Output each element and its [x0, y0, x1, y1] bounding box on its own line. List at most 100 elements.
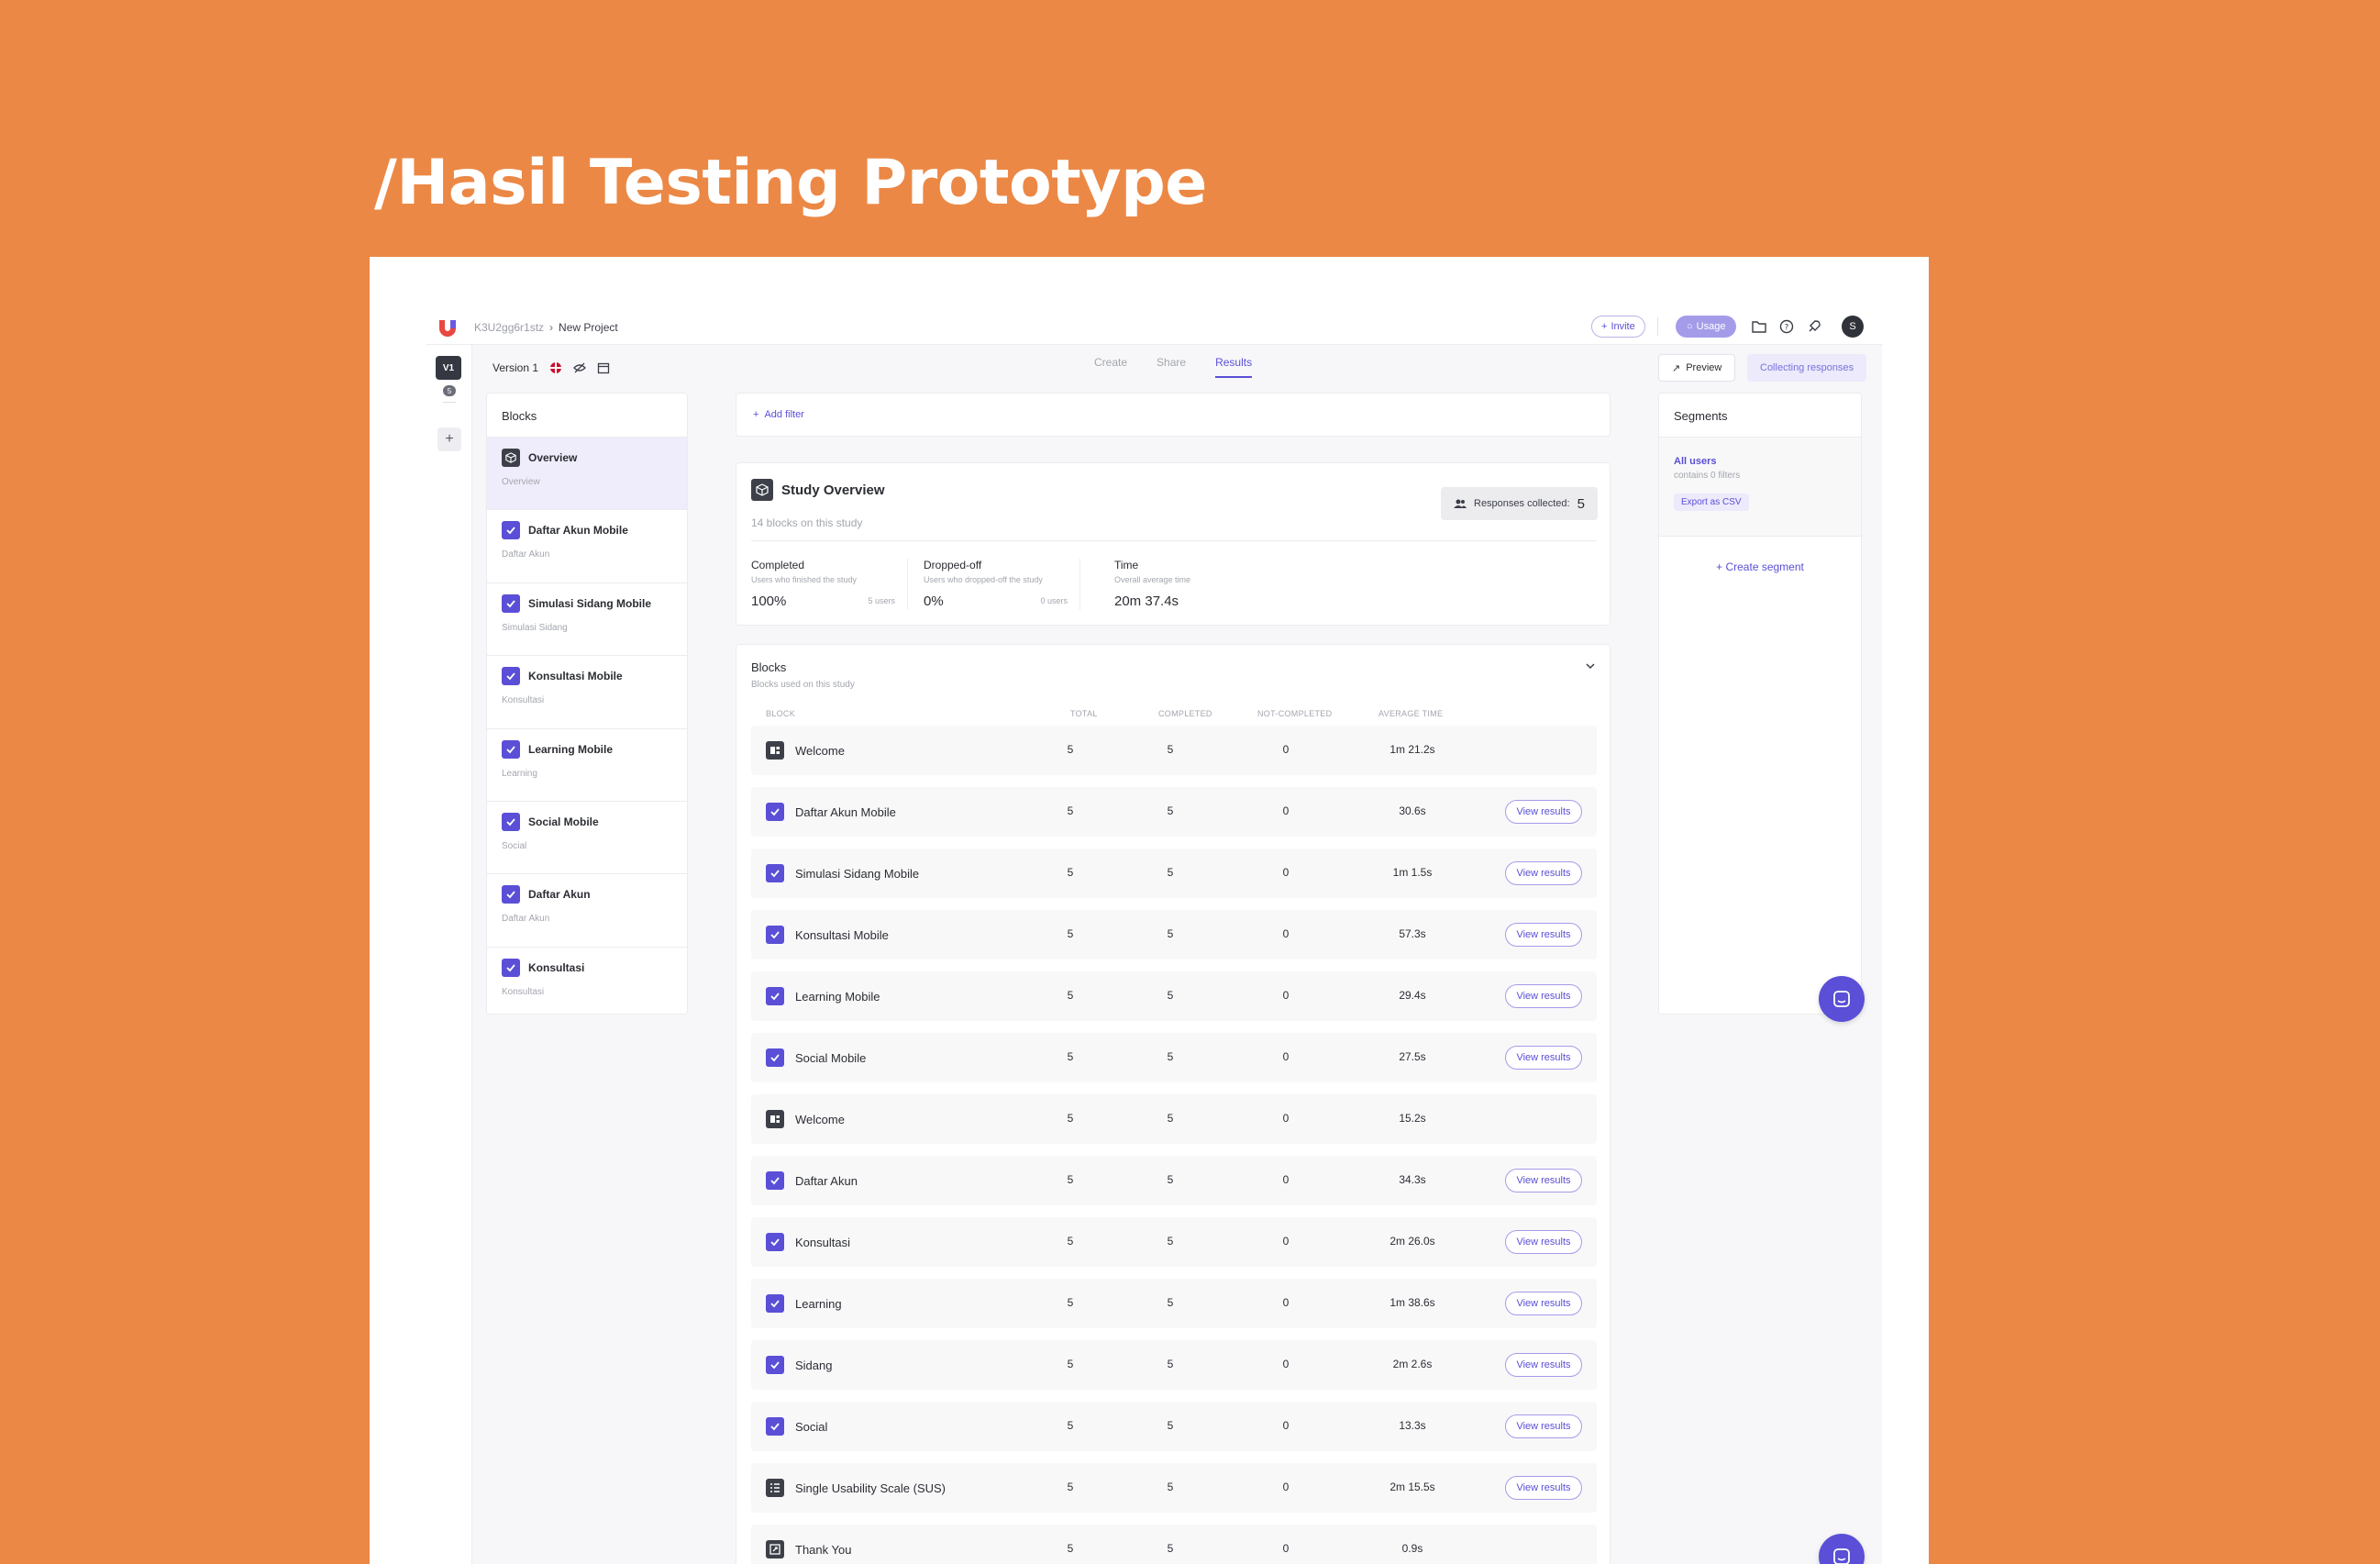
- checkbox-check-icon: [502, 885, 520, 904]
- chat-support-button[interactable]: [1819, 976, 1865, 1022]
- invite-button[interactable]: + Invite: [1591, 316, 1645, 338]
- row-total: 5: [1067, 989, 1074, 1002]
- app-logo-icon[interactable]: [437, 317, 458, 338]
- checkbox-check-icon: [766, 864, 784, 882]
- row-block-name: Single Usability Scale (SUS): [766, 1479, 946, 1497]
- version-badge[interactable]: V1: [436, 356, 461, 380]
- chat-support-button-2[interactable]: [1819, 1534, 1865, 1564]
- plus-icon: +: [753, 409, 759, 420]
- view-results-button[interactable]: View results: [1505, 1169, 1582, 1192]
- view-results-button[interactable]: View results: [1505, 1414, 1582, 1438]
- sidebar-item-block[interactable]: Daftar Akun Daftar Akun: [487, 874, 687, 948]
- table-row: Single Usability Scale (SUS) 5 5 0 2m 15.5s V…: [751, 1463, 1597, 1513]
- view-results-button[interactable]: View results: [1505, 923, 1582, 947]
- row-average-time: 2m 2.6s: [1392, 1358, 1433, 1370]
- sidebar-item-block[interactable]: Simulasi Sidang Mobile Simulasi Sidang: [487, 583, 687, 657]
- svg-text:?: ?: [1785, 324, 1789, 333]
- thankyou-icon: [766, 1540, 784, 1558]
- table-row: Konsultasi 5 5 0 2m 26.0s View results: [751, 1217, 1597, 1267]
- row-average-time: 27.5s: [1399, 1050, 1426, 1063]
- row-completed: 5: [1167, 1050, 1174, 1063]
- collecting-responses-button[interactable]: Collecting responses: [1747, 354, 1867, 382]
- usage-circle-icon: ○: [1687, 321, 1693, 332]
- rocket-icon[interactable]: [1805, 317, 1823, 336]
- segment-name[interactable]: All users: [1674, 456, 1846, 467]
- view-results-button[interactable]: View results: [1505, 800, 1582, 824]
- study-overview-title-text: Study Overview: [781, 482, 885, 498]
- sidebar-item-block[interactable]: Overview Overview: [487, 438, 687, 511]
- row-total: 5: [1067, 1296, 1074, 1309]
- view-results-button[interactable]: View results: [1505, 861, 1582, 885]
- rail-divider: [443, 402, 456, 403]
- row-completed: 5: [1167, 1358, 1174, 1370]
- sidebar-item-block[interactable]: Daftar Akun Mobile Daftar Akun: [487, 510, 687, 583]
- view-results-button[interactable]: View results: [1505, 1353, 1582, 1377]
- checkbox-check-icon: [766, 987, 784, 1005]
- row-block-label: Welcome: [795, 1112, 845, 1126]
- view-results-button[interactable]: View results: [1505, 1230, 1582, 1254]
- chevron-down-icon[interactable]: [1584, 660, 1597, 672]
- add-filter-button[interactable]: + Add filter: [753, 409, 804, 420]
- sidebar-item-block[interactable]: Konsultasi Konsultasi: [487, 948, 687, 1014]
- screenshot-frame: K3U2gg6r1stz › New Project + Invite ○ Usage …: [370, 257, 1929, 1564]
- row-not-completed: 0: [1282, 1296, 1290, 1309]
- row-not-completed: 0: [1282, 1358, 1290, 1370]
- row-block-name: Learning Mobile: [766, 987, 880, 1005]
- view-results-button[interactable]: View results: [1505, 1476, 1582, 1500]
- row-completed: 5: [1167, 804, 1174, 817]
- view-results-button[interactable]: View results: [1505, 1292, 1582, 1315]
- view-results-button[interactable]: View results: [1505, 984, 1582, 1008]
- blocks-sidebar: Blocks Overview Overview Daftar Akun Mobil…: [486, 393, 688, 1015]
- sidebar-item-title: Daftar Akun: [502, 885, 672, 904]
- row-not-completed: 0: [1282, 1235, 1290, 1248]
- sidebar-item-label: Daftar Akun: [528, 888, 591, 902]
- sidebar-item-block[interactable]: Learning Mobile Learning: [487, 729, 687, 802]
- tab-results[interactable]: Results: [1215, 356, 1253, 378]
- tab-share[interactable]: Share: [1157, 356, 1186, 378]
- preview-button[interactable]: ↗ Preview: [1658, 354, 1736, 382]
- language-flag-icon[interactable]: [549, 361, 562, 374]
- sidebar-item-title: Overview: [502, 449, 672, 467]
- checkbox-check-icon: [766, 1417, 784, 1436]
- row-block-name: Welcome: [766, 741, 845, 760]
- row-average-time: 0.9s: [1401, 1542, 1423, 1555]
- row-block-name: Social: [766, 1417, 827, 1436]
- checkbox-check-icon: [766, 803, 784, 821]
- users-icon: [1454, 499, 1467, 508]
- responses-label: Responses collected:: [1474, 498, 1570, 509]
- calendar-icon[interactable]: [597, 361, 610, 374]
- avatar[interactable]: S: [1842, 316, 1864, 338]
- row-not-completed: 0: [1282, 866, 1290, 879]
- cube-icon: [502, 449, 520, 467]
- row-not-completed: 0: [1282, 1481, 1290, 1493]
- view-results-button[interactable]: View results: [1505, 1046, 1582, 1070]
- segment-item-all-users[interactable]: All users contains 0 filters Export as C…: [1659, 438, 1861, 537]
- hero-title: /Hasil Testing Prototype: [374, 147, 1207, 219]
- row-total: 5: [1067, 1050, 1074, 1063]
- chevron-right-icon: ›: [549, 321, 554, 334]
- export-csv-button[interactable]: Export as CSV: [1674, 494, 1749, 511]
- breadcrumb: K3U2gg6r1stz › New Project: [474, 321, 618, 334]
- folder-icon[interactable]: [1750, 317, 1768, 336]
- row-block-label: Daftar Akun: [795, 1173, 858, 1188]
- row-completed: 5: [1167, 866, 1174, 879]
- column-header-completed: COMPLETED: [1158, 709, 1212, 718]
- create-segment-button[interactable]: + Create segment: [1659, 560, 1861, 573]
- checkbox-check-icon: [766, 926, 784, 944]
- help-icon[interactable]: ?: [1777, 317, 1796, 336]
- breadcrumb-project-id[interactable]: K3U2gg6r1stz: [474, 321, 544, 334]
- sidebar-item-block[interactable]: Konsultasi Mobile Konsultasi: [487, 656, 687, 729]
- table-row: Sidang 5 5 0 2m 2.6s View results: [751, 1340, 1597, 1390]
- breadcrumb-project-name[interactable]: New Project: [559, 321, 618, 334]
- checkbox-check-icon: [502, 667, 520, 686]
- add-version-button[interactable]: +: [437, 427, 461, 451]
- hidden-eye-icon[interactable]: [573, 361, 586, 374]
- row-total: 5: [1067, 1173, 1074, 1186]
- table-row: Learning 5 5 0 1m 38.6s View results: [751, 1279, 1597, 1328]
- sidebar-item-block[interactable]: Social Mobile Social: [487, 802, 687, 875]
- row-block-name: Konsultasi: [766, 1233, 850, 1251]
- row-block-label: Social: [795, 1419, 828, 1434]
- tab-create[interactable]: Create: [1094, 356, 1127, 378]
- row-block-label: Sidang: [795, 1358, 833, 1372]
- usage-button[interactable]: ○ Usage: [1676, 316, 1737, 338]
